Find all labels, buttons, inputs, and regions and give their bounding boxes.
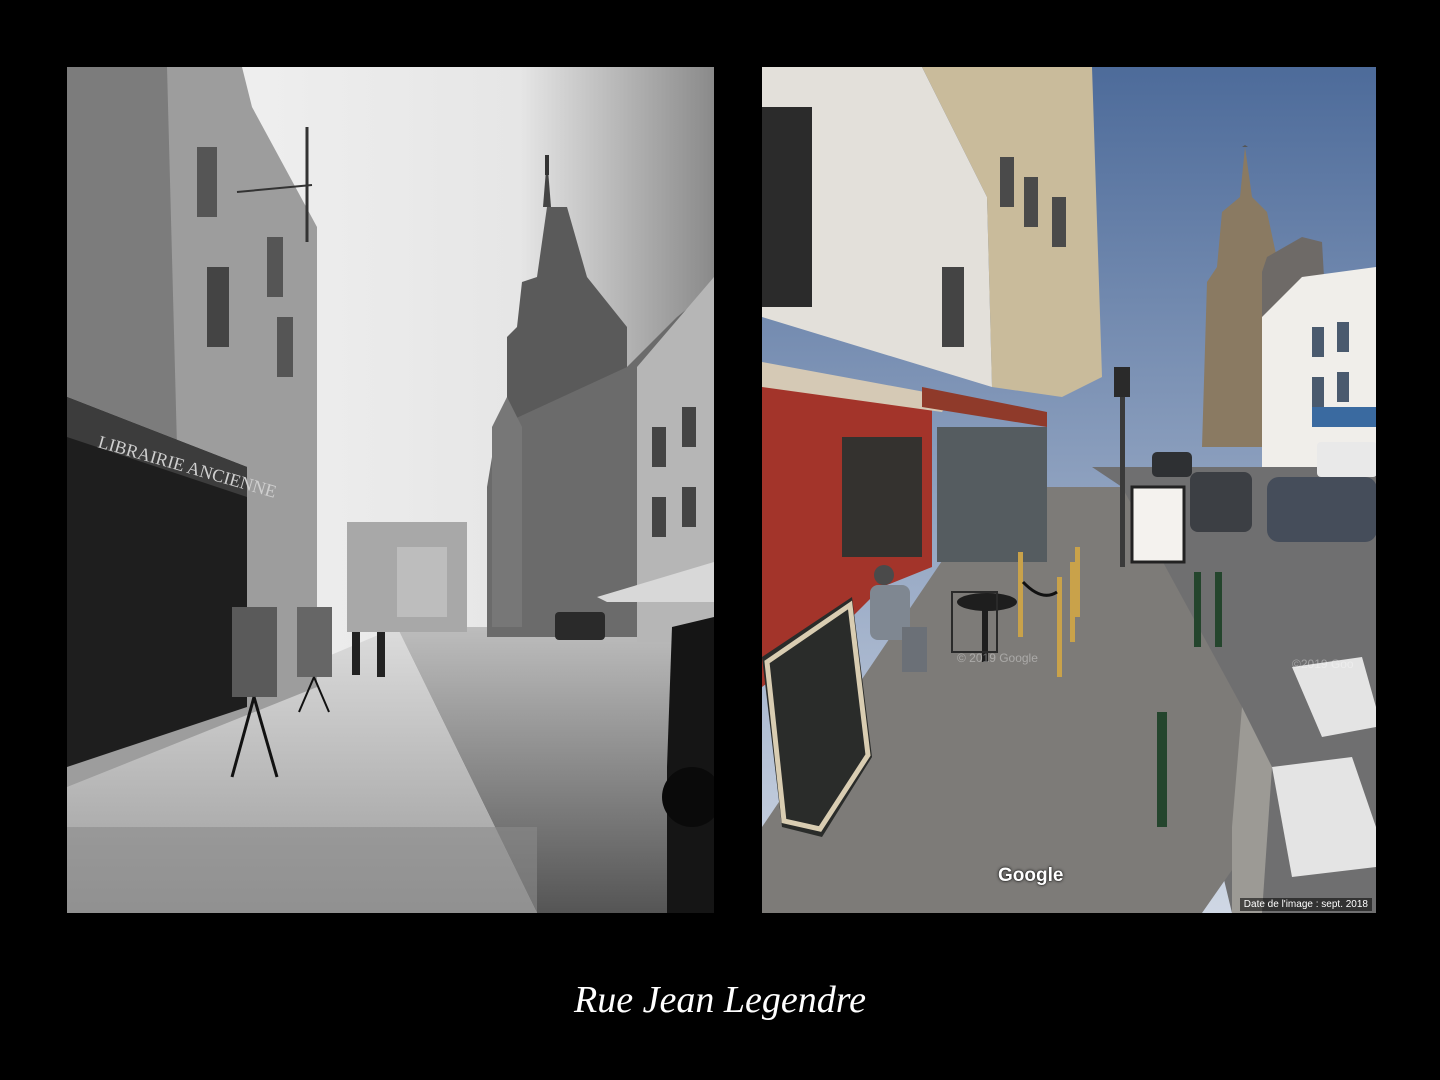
photo-caption: Rue Jean Legendre bbox=[574, 979, 866, 1021]
google-watermark: Google bbox=[998, 865, 1064, 886]
image-date-stamp: Date de l'image : sept. 2018 bbox=[1239, 898, 1372, 911]
faint-watermark: ©2019 Goo bbox=[1292, 657, 1354, 671]
historic-photo: LIBRAIRIE ANCIENNE bbox=[67, 67, 714, 913]
faint-watermark: © 2019 Google bbox=[957, 651, 1038, 665]
street-view-image bbox=[762, 67, 1376, 913]
street-view-photo: © 2019 Google ©2019 Goo Google Date de l… bbox=[762, 67, 1376, 913]
historic-photo-image: LIBRAIRIE ANCIENNE bbox=[67, 67, 714, 913]
